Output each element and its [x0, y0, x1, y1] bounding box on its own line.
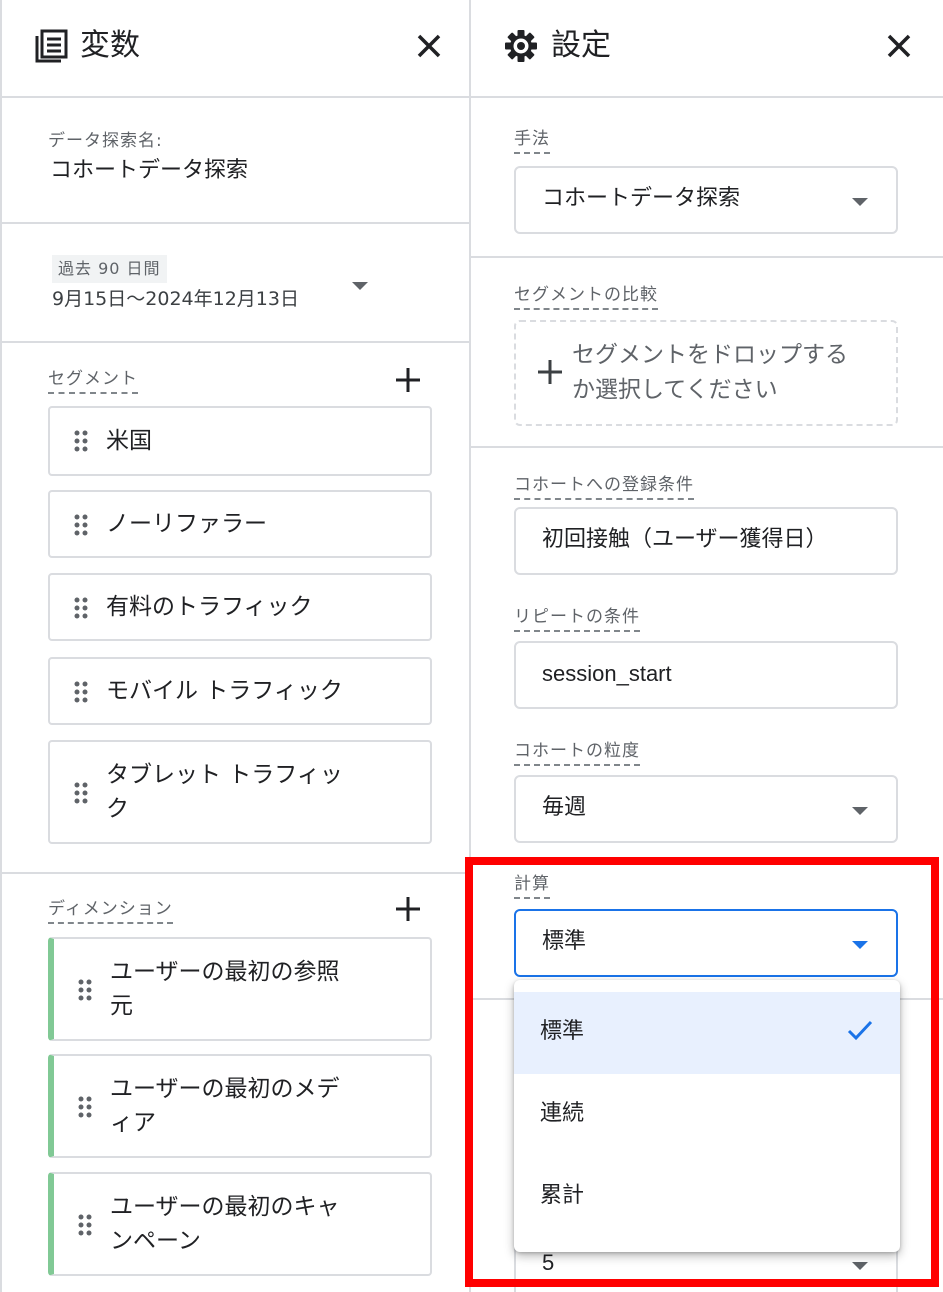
segment-chip-us[interactable]: 米国: [48, 406, 432, 476]
dimension-chip-first-campaign[interactable]: ユーザーの最初のキャ ンペーン: [48, 1172, 432, 1276]
calculation-label: 計算: [514, 873, 550, 899]
dimension-label: ユーザーの最初の参照 元: [110, 959, 340, 1019]
add-icon: [538, 360, 562, 384]
check-icon: [847, 1020, 873, 1041]
dimension-label: ユーザーの最初のメデ ィア: [110, 1076, 340, 1136]
segment-drop-zone[interactable]: セグメントをドロップする か選択してください: [514, 320, 898, 426]
close-icon[interactable]: [413, 30, 445, 62]
menu-item-rolling[interactable]: 連続: [514, 1074, 900, 1156]
menu-item-label: 標準: [540, 1019, 585, 1044]
calculation-select[interactable]: 標準: [514, 909, 898, 977]
segment-label: 有料のトラフィック: [106, 594, 313, 620]
chevron-down-icon: [852, 1262, 868, 1270]
dimensions-label: ディメンション: [48, 898, 173, 924]
cohort-inclusion-field[interactable]: 初回接触（ユーザー獲得日）: [514, 507, 898, 575]
cohort-granularity-value: 毎週: [542, 795, 587, 820]
gear-icon: [505, 30, 537, 62]
segment-chip-no-referrer[interactable]: ノーリファラー: [48, 490, 432, 558]
divider: [2, 872, 469, 874]
variables-header: 変数: [2, 0, 469, 98]
variables-title: 変数: [80, 28, 140, 63]
cohort-granularity-label: コホートの粒度: [514, 740, 640, 766]
segments-label: セグメント: [48, 368, 138, 394]
menu-item-standard[interactable]: 標準: [514, 992, 900, 1074]
exploration-name-label: データ探索名:: [48, 131, 163, 151]
return-criteria-field[interactable]: session_start: [514, 641, 898, 709]
drag-handle-icon[interactable]: [74, 514, 88, 536]
menu-item-label: 累計: [540, 1183, 585, 1208]
add-dimension-icon[interactable]: [394, 895, 422, 923]
chevron-down-icon: [852, 198, 868, 206]
menu-item-label: 連続: [540, 1101, 585, 1126]
exploration-name[interactable]: コホートデータ探索: [50, 156, 248, 186]
variables-panel: 変数 データ探索名: コホートデータ探索 過去 90 日間 9月15日～2024…: [0, 0, 471, 1292]
divider: [2, 222, 469, 224]
drag-handle-icon[interactable]: [74, 430, 88, 452]
close-icon[interactable]: [883, 30, 915, 62]
technique-label: 手法: [514, 128, 550, 154]
divider: [471, 256, 943, 258]
divider: [471, 446, 943, 448]
cohort-inclusion-value: 初回接触（ユーザー獲得日）: [542, 527, 828, 552]
dimension-chip-first-medium[interactable]: ユーザーの最初のメデ ィア: [48, 1054, 432, 1158]
technique-select[interactable]: コホートデータ探索: [514, 166, 898, 234]
dimension-chip-first-source[interactable]: ユーザーの最初の参照 元: [48, 937, 432, 1041]
dimension-label: ユーザーの最初のキャ ンペーン: [110, 1194, 340, 1254]
date-range-text[interactable]: 9月15日～2024年12月13日: [52, 284, 299, 314]
drag-handle-icon[interactable]: [74, 782, 88, 804]
chevron-down-icon: [852, 807, 868, 815]
divider: [2, 341, 469, 343]
calculation-value: 標準: [542, 929, 587, 954]
segment-label: 米国: [106, 428, 152, 454]
date-range-badge: 過去 90 日間: [52, 255, 167, 283]
cohort-granularity-select[interactable]: 毎週: [514, 775, 898, 843]
add-segment-icon[interactable]: [394, 366, 422, 394]
hidden-select-value: 5: [542, 1250, 555, 1275]
calculation-dropdown-menu: 標準 連続 累計: [514, 980, 900, 1252]
settings-title: 設定: [551, 28, 611, 63]
segment-label: ノーリファラー: [106, 511, 267, 537]
drag-handle-icon[interactable]: [78, 1096, 92, 1118]
date-range-dropdown-icon[interactable]: [352, 282, 368, 290]
segment-chip-mobile-traffic[interactable]: モバイル トラフィック: [48, 657, 432, 725]
drag-handle-icon[interactable]: [74, 681, 88, 703]
chevron-down-icon: [852, 941, 868, 949]
cohort-inclusion-label: コホートへの登録条件: [514, 474, 694, 500]
drop-zone-text: セグメントをドロップする か選択してください: [572, 342, 848, 403]
segment-chip-tablet-traffic[interactable]: タブレット トラフィッ ク: [48, 740, 432, 844]
segment-label: モバイル トラフィック: [106, 678, 343, 704]
technique-value: コホートデータ探索: [542, 186, 741, 211]
return-criteria-value: session_start: [542, 661, 672, 686]
variables-icon: [35, 29, 68, 63]
menu-item-cumulative[interactable]: 累計: [514, 1156, 900, 1238]
drag-handle-icon[interactable]: [74, 597, 88, 619]
segment-comparison-label: セグメントの比較: [514, 284, 658, 310]
drag-handle-icon[interactable]: [78, 1214, 92, 1236]
segment-chip-paid-traffic[interactable]: 有料のトラフィック: [48, 573, 432, 641]
drag-handle-icon[interactable]: [78, 979, 92, 1001]
return-criteria-label: リピートの条件: [514, 606, 640, 632]
segment-label: タブレット トラフィッ ク: [106, 762, 343, 822]
settings-header: 設定: [471, 0, 943, 98]
